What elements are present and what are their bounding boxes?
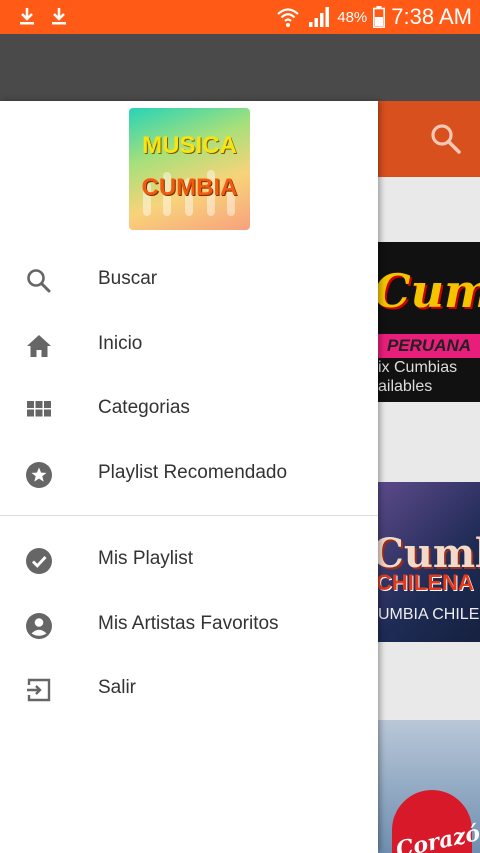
menu-item-label: Buscar (98, 268, 158, 289)
card-banner: PERUANA (378, 334, 480, 358)
playlist-card-corazon-serrano[interactable]: Corazón Serrano (378, 720, 480, 853)
app-bar-dimmed (0, 34, 480, 101)
home-icon (27, 334, 51, 357)
account-circle-icon (26, 612, 52, 639)
menu-divider (0, 515, 378, 516)
navigation-drawer: MUSICA CUMBIA Buscar Inicio Categorias P… (0, 101, 378, 853)
battery-icon (373, 6, 386, 28)
check-circle-icon (26, 548, 52, 574)
app-toolbar (378, 101, 480, 177)
menu-item-playlist-recomendado[interactable]: Playlist Recomendado (0, 441, 378, 506)
menu-item-buscar[interactable]: Buscar (0, 247, 378, 312)
menu-item-categorias[interactable]: Categorias (0, 376, 378, 441)
signal-icon (309, 7, 330, 27)
playlist-card-peruana[interactable]: Cumbia PERUANA ix Cumbias ailables (378, 242, 480, 402)
clock: 7:38 AM (391, 4, 472, 29)
menu-item-label: Mis Artistas Favoritos (98, 612, 279, 634)
battery-percent: 48% (337, 8, 368, 26)
wifi-icon (277, 8, 299, 27)
drawer-menu-secondary: Mis Playlist Mis Artistas Favoritos Sali… (0, 527, 378, 721)
menu-item-label: Categorias (98, 397, 190, 418)
status-bar: 48% 7:38 AM (0, 0, 480, 34)
app-logo: MUSICA CUMBIA (129, 108, 250, 230)
download-icon (20, 8, 34, 25)
menu-item-mis-playlist[interactable]: Mis Playlist (0, 527, 378, 592)
drawer-menu-primary: Buscar Inicio Categorias Playlist Recome… (0, 247, 378, 505)
exit-icon (27, 678, 51, 702)
card-banner: CHILENA (378, 570, 474, 595)
menu-item-label: Salir (98, 677, 137, 698)
download-icon (52, 8, 66, 25)
grid-icon (27, 401, 51, 417)
menu-item-label: Mis Playlist (98, 548, 194, 569)
menu-item-inicio[interactable]: Inicio (0, 312, 378, 377)
card-title-art: Cumbia (378, 264, 480, 318)
logo-line-2: CUMBIA (141, 174, 238, 201)
menu-item-salir[interactable]: Salir (0, 656, 378, 721)
search-icon[interactable] (430, 123, 462, 155)
menu-item-label: Playlist Recomendado (98, 461, 288, 483)
menu-item-mis-artistas-favoritos[interactable]: Mis Artistas Favoritos (0, 592, 378, 657)
search-icon (27, 269, 51, 293)
star-icon (26, 461, 52, 488)
card-caption: ix Cumbias ailables (378, 359, 458, 395)
logo-line-1: MUSICA (142, 132, 237, 159)
menu-item-label: Inicio (98, 332, 143, 354)
card-caption: UMBIA CHILEN (378, 606, 480, 623)
playlist-card-chilena[interactable]: Cumbia CHILENA UMBIA CHILEN (378, 482, 480, 642)
